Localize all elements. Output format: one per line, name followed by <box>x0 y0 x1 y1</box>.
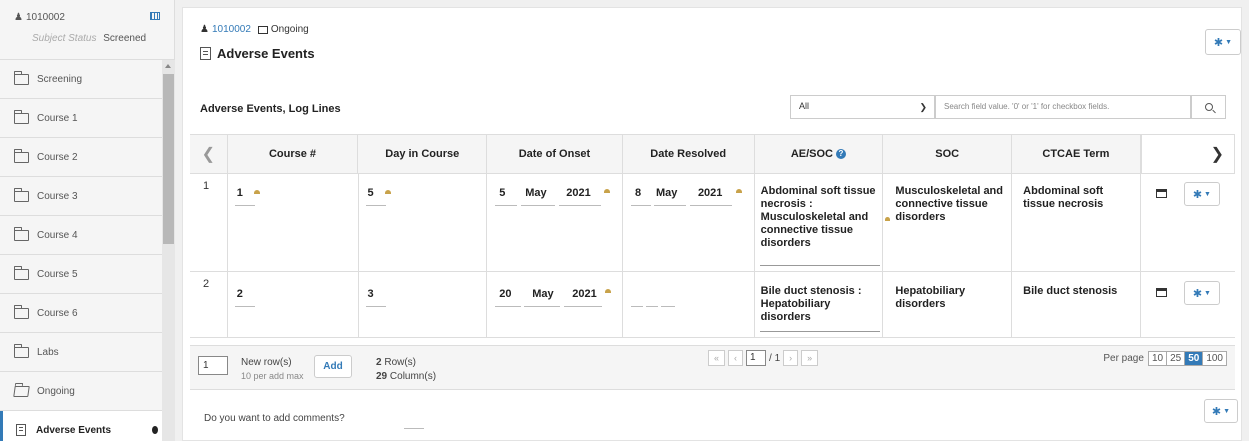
sidebar-item-label: Course 1 <box>37 112 78 124</box>
sidebar-item-adverse-events[interactable]: Adverse Events <box>0 411 162 441</box>
page-settings-button[interactable]: ✱ ▼ <box>1205 29 1241 55</box>
sidebar-item-course-1[interactable]: Course 1 <box>0 99 162 138</box>
user-icon: ♟ <box>200 24 209 35</box>
folder-icon <box>14 187 29 202</box>
filter-value: All <box>799 101 810 111</box>
search-placeholder: Search field value. '0' or '1' for check… <box>944 102 1110 111</box>
breadcrumb-subject-link[interactable]: 1010002 <box>212 24 251 35</box>
status-dot-icon <box>152 426 158 434</box>
sidebar-item-course-6[interactable]: Course 6 <box>0 294 162 333</box>
subject-status: Subject Status Screened <box>14 33 160 44</box>
main-panel: ♟ 1010002 Ongoing Adverse Events ✱ ▼ Adve… <box>182 7 1242 441</box>
search-button[interactable] <box>1191 95 1226 119</box>
folder-icon <box>14 109 29 124</box>
sidebar-item-label: Course 5 <box>37 268 78 280</box>
sidebar-item-label: Course 6 <box>37 307 78 319</box>
user-icon: ♟ <box>14 12 23 23</box>
sidebar-item-label: Labs <box>37 346 59 358</box>
folder-icon <box>14 343 29 358</box>
folder-icon <box>14 70 29 85</box>
gear-icon: ✱ <box>1213 36 1224 49</box>
filter-select[interactable]: All ❯ <box>790 95 935 119</box>
page-title: Adverse Events <box>200 46 315 61</box>
sidebar-item-label: Course 4 <box>37 229 78 241</box>
document-icon <box>200 47 211 60</box>
sidebar-item-label: Course 2 <box>37 151 78 163</box>
caret-down-icon: ▼ <box>1225 38 1233 46</box>
scrollbar-thumb[interactable] <box>163 74 174 244</box>
chevron-down-icon: ❯ <box>919 102 927 112</box>
folder-icon <box>14 226 29 241</box>
subject-id-label: 1010002 <box>25 12 65 23</box>
folder-open-icon <box>13 385 30 397</box>
breadcrumb: ♟ 1010002 Ongoing <box>200 24 309 35</box>
sidebar-item-label: Course 3 <box>37 190 78 202</box>
page-title-text: Adverse Events <box>217 46 315 61</box>
folder-icon <box>14 148 29 163</box>
search-input[interactable]: Search field value. '0' or '1' for check… <box>935 95 1191 119</box>
sidebar: ♟ 1010002 Subject Status Screened Screen… <box>0 0 175 441</box>
grid-icon[interactable] <box>150 12 160 20</box>
status-label: Subject Status <box>32 33 97 44</box>
sidebar-item-course-4[interactable]: Course 4 <box>0 216 162 255</box>
log-lines-title: Adverse Events, Log Lines <box>200 103 341 115</box>
status-value: Screened <box>103 33 147 44</box>
sidebar-item-label: Screening <box>37 73 83 85</box>
sidebar-header: ♟ 1010002 Subject Status Screened <box>0 0 174 60</box>
scroll-up-icon[interactable] <box>165 64 171 68</box>
breadcrumb-folder: Ongoing <box>270 24 309 35</box>
sidebar-item-screening[interactable]: Screening <box>0 60 162 99</box>
document-icon <box>16 424 26 436</box>
sidebar-item-ongoing[interactable]: Ongoing <box>0 372 162 411</box>
folder-icon <box>14 304 29 319</box>
folder-icon <box>14 265 29 280</box>
folder-icon <box>257 25 268 34</box>
subject-id[interactable]: ♟ 1010002 <box>14 12 160 23</box>
sidebar-item-label: Adverse Events <box>36 424 112 436</box>
sidebar-item-labs[interactable]: Labs <box>0 333 162 372</box>
search-icon <box>1204 103 1213 111</box>
sidebar-item-course-3[interactable]: Course 3 <box>0 177 162 216</box>
sidebar-scrollbar[interactable] <box>162 60 175 441</box>
sidebar-item-label: Ongoing <box>37 385 75 397</box>
sidebar-item-course-2[interactable]: Course 2 <box>0 138 162 177</box>
sidebar-list: Screening Course 1 Course 2 Course 3 Cou… <box>0 60 162 441</box>
sidebar-item-course-5[interactable]: Course 5 <box>0 255 162 294</box>
